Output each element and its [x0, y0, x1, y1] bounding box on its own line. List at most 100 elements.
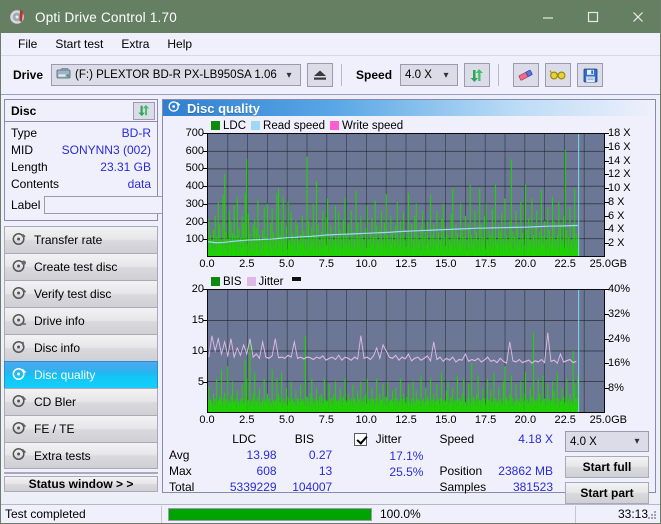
x-tick-label: 2.5: [239, 414, 255, 426]
jitter-header-row: Jitter: [354, 431, 423, 448]
legend-bis: BIS: [211, 276, 242, 288]
stats-area: LDC BIS Avg 13.98 0.27 Max 608 13 Total …: [163, 428, 655, 506]
page-title: Disc quality: [187, 100, 260, 116]
test-speed-value: 4.0 X: [570, 435, 597, 448]
sidebar-item-disc-quality[interactable]: Disc quality: [4, 361, 158, 388]
jitter-checkbox[interactable]: [354, 433, 368, 447]
drive-select[interactable]: (F:) PLEXTOR BD-R PX-LB950SA 1.06 ▾: [51, 64, 302, 86]
bis-max-value: 13: [318, 464, 333, 478]
x-tick-label: 25.0: [589, 414, 611, 426]
close-button[interactable]: [615, 1, 660, 33]
nav-list: Transfer rate Create test disc Verify te…: [4, 226, 158, 469]
top-chart-svg: [208, 134, 604, 256]
x-tick-label: 20.0: [514, 414, 537, 426]
samples-value: 381523: [512, 480, 553, 494]
legend-swatch-write-speed: [330, 121, 340, 130]
y-tick-label: 200: [185, 215, 204, 228]
disc-panel-title: Disc: [11, 103, 37, 118]
bottom-chart-svg: [208, 290, 604, 412]
disc-contents-label: Contents: [11, 177, 60, 191]
maximize-button[interactable]: [570, 1, 615, 33]
y-tick-label: 600: [185, 144, 204, 157]
y2-tick-label: 6 X: [608, 209, 625, 222]
disc-tool-icon: [12, 340, 27, 357]
y2-tick-label: 16 X: [608, 140, 631, 153]
disc-label-row: Label: [11, 195, 249, 215]
y-tick-label: 500: [185, 162, 204, 175]
disc-tool-icon: [12, 421, 27, 438]
status-bar: Test completed 100.0% 33:13: [1, 504, 660, 523]
sidebar: Disc Type BD-R MID SONYNN3 (002) Length …: [1, 95, 249, 493]
sidebar-item-label: Transfer rate: [34, 233, 103, 247]
disc-mid-value: SONYNN3 (002): [61, 143, 151, 157]
start-part-button[interactable]: Start part: [565, 482, 649, 504]
save-button[interactable]: [577, 63, 604, 87]
sidebar-item-transfer-rate[interactable]: Transfer rate: [4, 226, 158, 253]
status-window-button[interactable]: Status window > >: [4, 476, 158, 492]
x-tick-label: 17.5: [474, 414, 497, 426]
sidebar-filler: [4, 472, 158, 474]
menu-bar: File Start test Extra Help: [1, 33, 660, 56]
stats-table: LDC BIS Avg 13.98 0.27 Max 608 13 Total …: [169, 431, 332, 495]
sidebar-item-verify-test-disc[interactable]: Verify test disc: [4, 280, 158, 307]
jitter-max-value: 25.5%: [389, 465, 424, 479]
sidebar-item-cd-bler[interactable]: CD Bler: [4, 388, 158, 415]
bottom-chart-x-axis: 0.0 2.5 5.0 7.5 10.0 12.5 15.0 17.5 20.0 22.5 25.0…: [199, 413, 627, 428]
legend-swatch-jitter: [246, 277, 256, 286]
menu-start-test[interactable]: Start test: [46, 35, 112, 53]
table-row: [354, 480, 423, 496]
window-title: Opti Drive Control 1.70: [35, 9, 177, 25]
sidebar-item-drive-info[interactable]: Drive info: [4, 307, 158, 334]
x-tick-label: 15.0: [435, 414, 457, 426]
y2-tick-label: 14 X: [608, 154, 631, 167]
minimize-button[interactable]: [525, 1, 570, 33]
legend-swatch-read-speed: [251, 121, 261, 130]
disc-type-value: BD-R: [121, 126, 151, 140]
sidebar-item-extra-tests[interactable]: Extra tests: [4, 442, 158, 469]
sidebar-item-create-test-disc[interactable]: Create test disc: [4, 253, 158, 280]
sidebar-item-fe-te[interactable]: FE / TE: [4, 415, 158, 442]
disc-tool-icon: [12, 447, 27, 464]
menu-file[interactable]: File: [9, 35, 46, 53]
col-bis-header: BIS: [294, 432, 315, 446]
menu-extra[interactable]: Extra: [112, 35, 158, 53]
erase-button[interactable]: [513, 63, 540, 87]
y2-tick-label: 2 X: [608, 237, 625, 250]
speed-select[interactable]: 4.0 X ▾: [400, 64, 459, 86]
sidebar-item-label: Create test disc: [34, 260, 118, 274]
resize-grip[interactable]: [646, 509, 658, 521]
y-tick-label: 100: [185, 233, 204, 246]
window-controls: [525, 1, 660, 33]
progress-fill: [169, 508, 371, 520]
start-full-button[interactable]: Start full: [565, 456, 649, 478]
ldc-max-value: 608: [256, 464, 277, 478]
glasses-button[interactable]: [545, 63, 572, 87]
y2-tick-label: 18 X: [608, 127, 631, 139]
disc-row-type: Type BD-R: [11, 125, 151, 141]
sidebar-item-disc-info[interactable]: Disc info: [4, 334, 158, 361]
disc-refresh-button[interactable]: [133, 101, 155, 120]
row-avg-label: Avg: [169, 448, 190, 462]
menu-help[interactable]: Help: [158, 35, 201, 53]
x-tick-label: 12.5: [395, 414, 417, 426]
sidebar-item-label: Verify test disc: [34, 287, 112, 301]
disc-info-rows: Type BD-R MID SONYNN3 (002) Length 23.31…: [5, 122, 249, 220]
position-value: 23862 MB: [498, 464, 553, 478]
bis-avg-value: 0.27: [308, 448, 333, 462]
legend-write-speed: Write speed: [330, 120, 403, 132]
y2-tick-label: 24%: [608, 332, 631, 345]
jitter-label: Jitter: [375, 432, 402, 446]
speed-readout-value: 4.18 X: [518, 432, 553, 446]
x-tick-label: 15.0: [435, 258, 457, 270]
y2-tick-label: 8 X: [608, 195, 625, 208]
table-header-row: LDC BIS: [169, 431, 332, 447]
refresh-button[interactable]: [464, 63, 491, 87]
test-speed-select[interactable]: 4.0 X ▾: [565, 431, 649, 452]
x-tick-label: 10.0: [355, 414, 377, 426]
y2-tick-label: 4 X: [608, 223, 625, 236]
legend-jitter: Jitter: [246, 276, 283, 288]
x-tick-label: 20.0: [514, 258, 537, 270]
eject-button[interactable]: [307, 63, 334, 87]
y-tick-label: 400: [185, 180, 204, 193]
x-tick-label: 10.0: [355, 258, 377, 270]
